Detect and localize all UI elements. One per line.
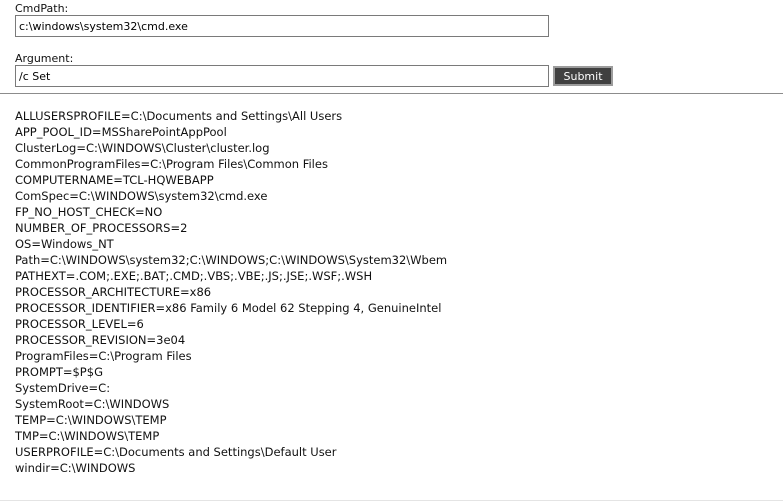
- output-line: PROCESSOR_ARCHITECTURE=x86: [15, 285, 212, 299]
- output-line: TMP=C:\WINDOWS\TEMP: [15, 429, 160, 443]
- output-line: COMPUTERNAME=TCL-HQWEBAPP: [15, 173, 214, 187]
- cmdpath-label: CmdPath:: [15, 2, 69, 15]
- output-line: ALLUSERSPROFILE=C:\Documents and Setting…: [15, 109, 343, 123]
- output-line: TEMP=C:\WINDOWS\TEMP: [15, 413, 167, 427]
- cmdpath-input[interactable]: [15, 15, 549, 37]
- output-line: USERPROFILE=C:\Documents and Settings\De…: [15, 445, 337, 459]
- output-line: PATHEXT=.COM;.EXE;.BAT;.CMD;.VBS;.VBE;.J…: [15, 269, 373, 283]
- divider: [0, 93, 783, 94]
- output-line: ProgramFiles=C:\Program Files: [15, 349, 192, 363]
- output-line: NUMBER_OF_PROCESSORS=2: [15, 221, 188, 235]
- output-line: PROCESSOR_IDENTIFIER=x86 Family 6 Model …: [15, 301, 442, 315]
- output-line: PROCESSOR_LEVEL=6: [15, 317, 144, 331]
- output-line: APP_POOL_ID=MSSharePointAppPool: [15, 125, 227, 139]
- output-line: SystemRoot=C:\WINDOWS: [15, 397, 170, 411]
- output-line: OS=Windows_NT: [15, 237, 114, 251]
- command-output: ALLUSERSPROFILE=C:\Documents and Setting…: [15, 108, 447, 476]
- output-line: Path=C:\WINDOWS\system32;C:\WINDOWS;C:\W…: [15, 253, 448, 267]
- output-line: ClusterLog=C:\WINDOWS\Cluster\cluster.lo…: [15, 141, 270, 155]
- output-line: PROMPT=$P$G: [15, 365, 103, 379]
- argument-label: Argument:: [15, 52, 74, 65]
- argument-input[interactable]: [15, 65, 549, 87]
- output-line: FP_NO_HOST_CHECK=NO: [15, 205, 163, 219]
- output-line: SystemDrive=C:: [15, 381, 111, 395]
- output-line: windir=C:\WINDOWS: [15, 461, 136, 475]
- output-line: PROCESSOR_REVISION=3e04: [15, 333, 186, 347]
- bottom-divider: [0, 500, 783, 501]
- submit-button[interactable]: Submit: [553, 66, 613, 86]
- output-line: CommonProgramFiles=C:\Program Files\Comm…: [15, 157, 328, 171]
- output-line: ComSpec=C:\WINDOWS\system32\cmd.exe: [15, 189, 268, 203]
